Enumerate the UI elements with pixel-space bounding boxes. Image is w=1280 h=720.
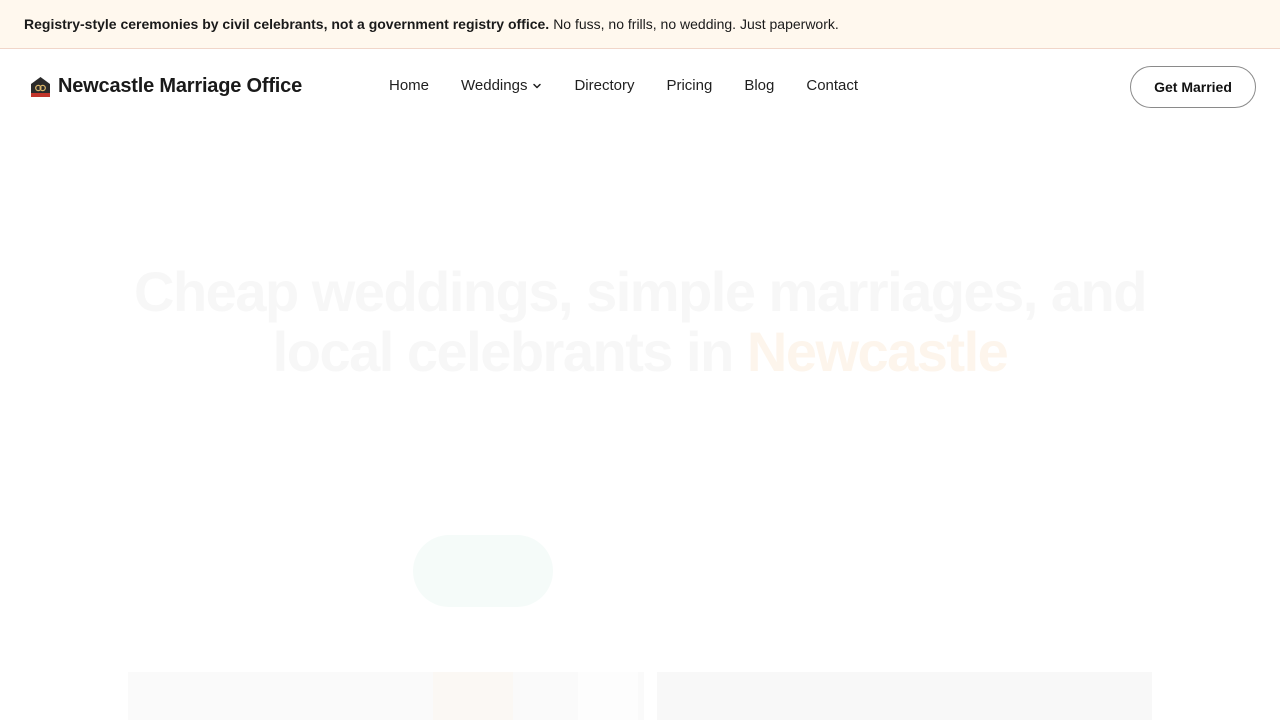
nav-label: Blog	[744, 77, 775, 94]
house-rings-icon	[31, 76, 50, 97]
site-header: Newcastle Marriage Office Home Weddings …	[0, 49, 1280, 125]
hero-image-left	[128, 672, 644, 720]
nav-label: Contact	[806, 77, 859, 94]
hero-primary-button[interactable]	[413, 535, 553, 607]
chevron-down-icon	[533, 83, 542, 88]
announcement-text: No fuss, no frills, no wedding. Just pap…	[553, 16, 839, 32]
nav-item-weddings[interactable]: Weddings	[461, 77, 542, 94]
hero-section: Cheap weddings, simple marriages, and lo…	[0, 125, 1280, 720]
announcement-bold: Registry-style ceremonies by civil celeb…	[24, 16, 550, 32]
brand-logo-link[interactable]: Newcastle Marriage Office	[30, 75, 302, 98]
nav-item-directory[interactable]: Directory	[574, 77, 634, 94]
hero-image-right	[657, 672, 1152, 720]
nav-item-blog[interactable]: Blog	[744, 77, 774, 94]
image-detail	[433, 672, 513, 720]
main-nav: Home Weddings Directory Pricing Blog Con…	[389, 77, 890, 94]
nav-item-home[interactable]: Home	[389, 77, 429, 94]
announcement-bar: Registry-style ceremonies by civil celeb…	[0, 0, 1280, 49]
nav-label: Pricing	[666, 77, 713, 94]
hero-headline-highlight: Newcastle	[746, 320, 1009, 383]
nav-item-contact[interactable]: Contact	[806, 77, 858, 94]
nav-label: Home	[389, 77, 430, 94]
hero-tertiary-button[interactable]	[740, 547, 860, 597]
brand-name: Newcastle Marriage Office	[58, 75, 302, 97]
nav-label: Weddings	[461, 77, 528, 94]
image-detail	[578, 672, 638, 720]
nav-label: Directory	[574, 77, 635, 94]
get-married-button[interactable]: Get Married	[1130, 66, 1256, 108]
hero-secondary-button[interactable]	[583, 547, 703, 597]
hero-headline: Cheap weddings, simple marriages, and lo…	[120, 262, 1160, 382]
nav-item-pricing[interactable]: Pricing	[666, 77, 712, 94]
